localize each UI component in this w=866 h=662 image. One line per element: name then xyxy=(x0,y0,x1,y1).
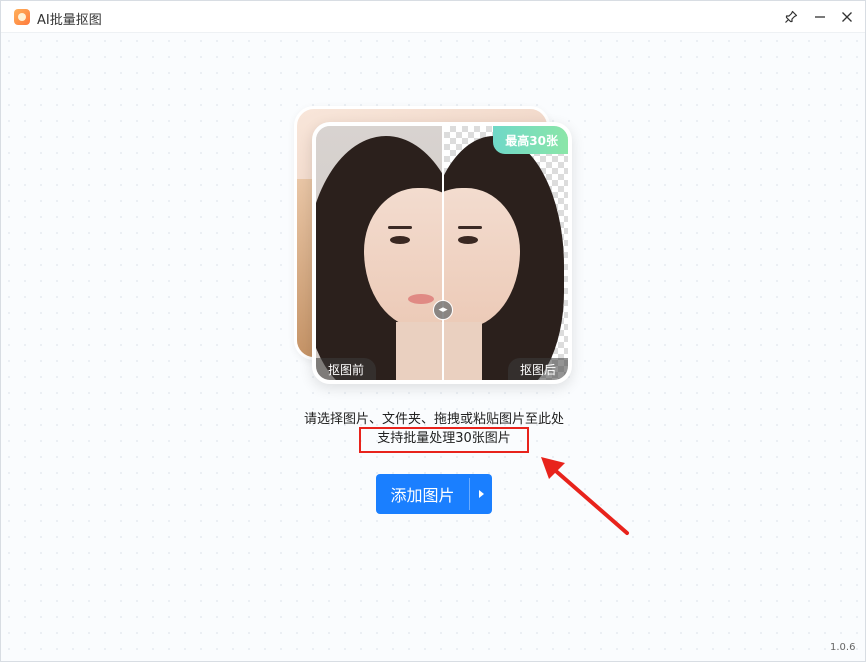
lips-shape xyxy=(408,294,434,304)
app-logo-icon xyxy=(14,9,30,25)
close-icon xyxy=(842,12,852,22)
app-window: AI批量抠图 ◂▸ 最高30张 抠图前 抠图后 请选择图片、文件夹、拖拽或粘贴图… xyxy=(0,0,866,662)
before-label: 抠图前 xyxy=(316,358,377,380)
red-arrow-icon xyxy=(541,457,629,535)
pin-icon xyxy=(785,10,798,23)
minimize-icon xyxy=(815,16,825,18)
neck-shape xyxy=(396,322,442,380)
before-image xyxy=(316,126,442,380)
demo-compare-card: ◂▸ 最高30张 抠图前 抠图后 xyxy=(312,122,572,384)
neck-shape xyxy=(444,322,482,380)
eye-shape xyxy=(390,236,410,244)
close-button[interactable] xyxy=(834,5,860,29)
max-count-badge: 最高30张 xyxy=(493,126,568,154)
brow-shape xyxy=(458,226,482,229)
add-images-label[interactable]: 添加图片 xyxy=(376,474,469,514)
annotation-highlight-box xyxy=(359,427,529,453)
pin-button[interactable] xyxy=(778,5,804,29)
caret-right-icon xyxy=(479,490,484,498)
brow-shape xyxy=(388,226,412,229)
compare-divider xyxy=(442,126,444,380)
after-image xyxy=(444,126,568,380)
add-images-button[interactable]: 添加图片 xyxy=(376,474,492,514)
window-title: AI批量抠图 xyxy=(37,13,102,28)
after-label: 抠图后 xyxy=(507,358,568,380)
demo-showcase: ◂▸ 最高30张 抠图前 抠图后 xyxy=(294,106,574,386)
compare-handle-icon: ◂▸ xyxy=(438,305,448,315)
compare-handle[interactable]: ◂▸ xyxy=(433,300,453,320)
minimize-button[interactable] xyxy=(807,5,833,29)
eye-shape xyxy=(458,236,478,244)
title-bar[interactable]: AI批量抠图 xyxy=(1,1,865,33)
add-options-dropdown[interactable] xyxy=(470,474,492,514)
drop-hint: 请选择图片、文件夹、拖拽或粘贴图片至此处 xyxy=(303,412,564,427)
version-label: 1.0.6 xyxy=(830,642,856,653)
